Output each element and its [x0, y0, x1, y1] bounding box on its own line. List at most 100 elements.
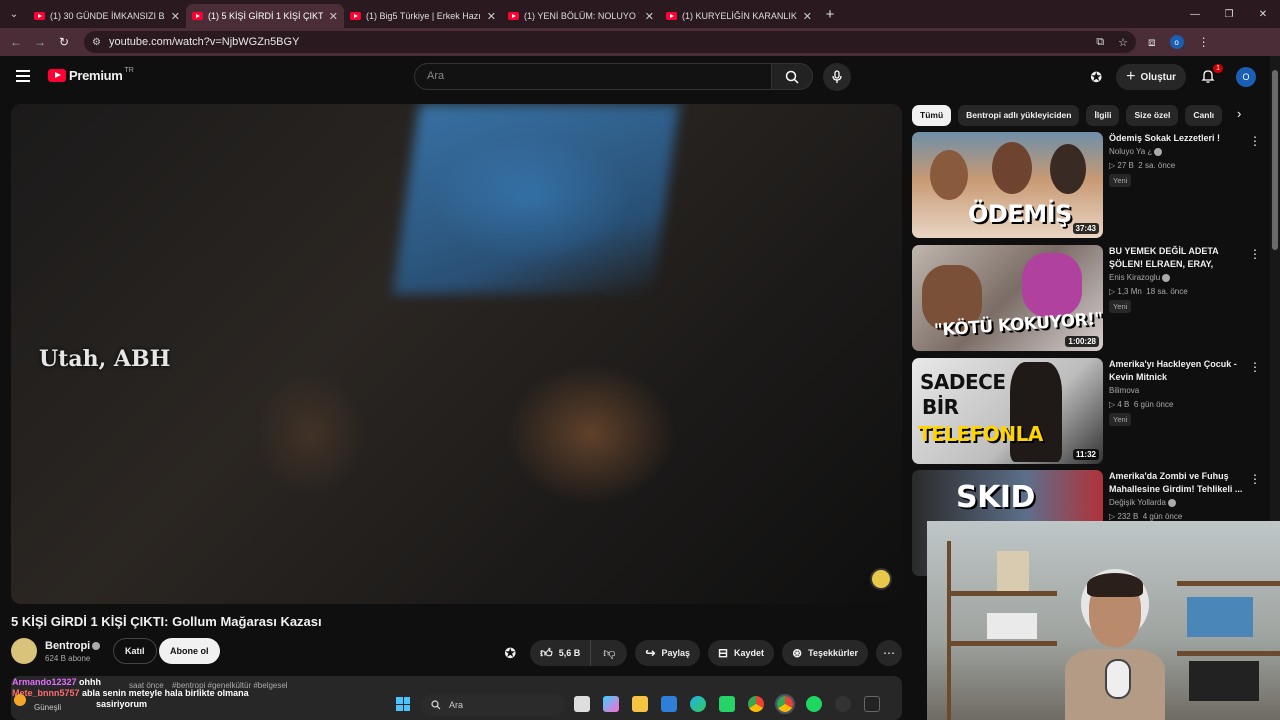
- shelf: [1177, 651, 1280, 656]
- youtube-favicon-icon: [508, 12, 519, 20]
- address-bar[interactable]: ⚙ youtube.com/watch?v=NjbWGZn5BGY ⧉ ☆: [84, 31, 1136, 53]
- like-button[interactable]: 👍︎ 5,6 B: [530, 640, 592, 666]
- taskbar-search[interactable]: Ara: [421, 694, 565, 716]
- extensions-icon[interactable]: ⧈: [1148, 35, 1156, 50]
- task-view-icon[interactable]: [574, 696, 590, 712]
- subscribe-button[interactable]: Abone ol: [159, 638, 220, 664]
- browser-menu-icon[interactable]: ⋮: [1198, 35, 1210, 49]
- hype-video-icon[interactable]: ✪: [504, 645, 516, 662]
- more-vert-icon[interactable]: ⋮: [1249, 472, 1261, 486]
- recommended-video[interactable]: ÖDEMİŞ 37:43 Ödemiş Sokak Lezzetleri ! N…: [912, 132, 1262, 238]
- video-thumbnail[interactable]: ÖDEMİŞ 37:43: [912, 132, 1103, 238]
- site-info-icon[interactable]: ⚙: [92, 37, 101, 48]
- browser-tab[interactable]: (1) Big5 Türkiye | Erkek Hazırlık ✕: [344, 4, 502, 28]
- chrome-icon[interactable]: [748, 696, 764, 712]
- recommended-video[interactable]: "KÖTÜ KOKUYOR!" 1:00:28 BU YEMEK DEĞİL A…: [912, 245, 1262, 351]
- age: 2 sa. önce: [1138, 161, 1176, 170]
- copilot-icon[interactable]: [603, 696, 619, 712]
- spotify-icon[interactable]: [806, 696, 822, 712]
- video-duration: 37:43: [1072, 223, 1099, 234]
- search-input[interactable]: Ara: [414, 63, 772, 90]
- video-duration: 11:32: [1072, 449, 1099, 460]
- hamburger-menu-icon[interactable]: [16, 70, 30, 82]
- browser-tab-active[interactable]: (1) 5 KİŞİ GİRDİ 1 KİŞİ ÇIKTI: Gol ✕: [186, 4, 344, 28]
- windows-start-icon[interactable]: [396, 697, 410, 711]
- chip-all[interactable]: Tümü: [912, 104, 952, 126]
- cast-icon[interactable]: ⧉: [1096, 36, 1104, 49]
- chip-for-you[interactable]: Size özel: [1126, 104, 1179, 126]
- youtube-premium-logo[interactable]: Premium TR: [48, 67, 134, 83]
- store-icon[interactable]: [661, 696, 677, 712]
- back-icon[interactable]: ←: [4, 35, 28, 49]
- save-label: Kaydet: [734, 648, 765, 658]
- thumb-person: [1050, 144, 1086, 194]
- browser-profile-avatar[interactable]: o: [1169, 35, 1184, 49]
- video-player[interactable]: Utah, ABH: [11, 104, 902, 604]
- share-label: Paylaş: [661, 648, 690, 658]
- notifications-button[interactable]: 1: [1200, 64, 1223, 86]
- video-thumbnail[interactable]: "KÖTÜ KOKUYOR!" 1:00:28: [912, 245, 1103, 351]
- channel-row: Bentropi 624 B abone Katıl Abone ol ✪ 👍︎…: [11, 638, 902, 666]
- recommended-title: Amerika'yı Hackleyen Çocuk - Kevin Mitni…: [1109, 359, 1237, 382]
- close-tab-icon[interactable]: ✕: [645, 10, 654, 23]
- chevron-right-icon[interactable]: ›: [1237, 106, 1241, 121]
- tab-title: (1) KURYELİĞİN KARANLIK YÜZ: [682, 11, 797, 21]
- channel-name[interactable]: Bentropi: [45, 640, 101, 652]
- terminal-icon[interactable]: [864, 696, 880, 712]
- chat-username: Armando12327: [12, 677, 77, 687]
- thanks-label: Teşekkürler: [808, 648, 858, 658]
- close-tab-icon[interactable]: ✕: [171, 10, 180, 23]
- share-button[interactable]: ↪ Paylaş: [635, 640, 700, 666]
- chrome-active-icon[interactable]: [775, 694, 795, 714]
- browser-tab[interactable]: (1) 30 GÜNDE İMKANSIZI BAŞA ✕: [28, 4, 186, 28]
- recommended-channel: Noluyo Ya ¿: [1109, 147, 1163, 156]
- minimize-icon[interactable]: —: [1178, 0, 1212, 28]
- chip-from-uploader[interactable]: Bentropi adlı yükleyiciden: [958, 104, 1080, 126]
- close-tab-icon[interactable]: ✕: [329, 10, 338, 23]
- create-button[interactable]: + Oluştur: [1116, 64, 1186, 90]
- thanks-button[interactable]: ⊛ Teşekkürler: [782, 640, 868, 666]
- more-vert-icon[interactable]: ⋮: [1249, 247, 1261, 261]
- thumb-text: TELEFONLA: [918, 422, 1043, 446]
- browser-tab[interactable]: (1) KURYELİĞİN KARANLIK YÜZ ✕: [660, 4, 818, 28]
- subscriber-count: 624 B abone: [45, 654, 91, 663]
- tab-search-chevron-icon[interactable]: ⌄: [0, 0, 28, 28]
- whatsapp-icon[interactable]: [719, 696, 735, 712]
- browser-tab[interactable]: (1) YENİ BÖLÜM: NOLUYO YA ¿ ✕: [502, 4, 660, 28]
- more-vert-icon[interactable]: ⋮: [1249, 360, 1261, 374]
- account-avatar[interactable]: O: [1236, 67, 1256, 87]
- super-thanks-icon: ⊛: [792, 646, 803, 660]
- notification-badge: 1: [1213, 64, 1223, 73]
- video-thumbnail[interactable]: SADECE BİR TELEFONLA 11:32: [912, 358, 1103, 464]
- logo-text: Premium: [69, 68, 123, 83]
- search-button[interactable]: [771, 63, 813, 90]
- reload-icon[interactable]: ↻: [52, 35, 76, 49]
- thumb-text: ÖDEMİŞ: [968, 200, 1072, 228]
- age: 4 gün önce: [1142, 512, 1183, 521]
- channel-avatar[interactable]: [11, 638, 37, 664]
- forward-icon[interactable]: →: [28, 35, 52, 49]
- restore-icon[interactable]: ❐: [1212, 0, 1246, 28]
- shelf: [1177, 581, 1280, 586]
- recommended-video[interactable]: SADECE BİR TELEFONLA 11:32 Amerika'yı Ha…: [912, 358, 1262, 464]
- close-tab-icon[interactable]: ✕: [803, 10, 812, 23]
- join-button[interactable]: Katıl: [113, 638, 157, 664]
- save-button[interactable]: ⊟ Kaydet: [707, 640, 775, 666]
- bookmark-star-icon[interactable]: ☆: [1118, 36, 1128, 49]
- voice-search-button[interactable]: [823, 63, 851, 91]
- edge-icon[interactable]: [690, 696, 706, 712]
- chip-related[interactable]: İlgili: [1086, 104, 1120, 126]
- file-explorer-icon[interactable]: [632, 696, 648, 712]
- chip-live[interactable]: Canlı: [1185, 104, 1223, 126]
- thumb-text: SKID: [956, 480, 1035, 515]
- obs-icon[interactable]: [835, 696, 851, 712]
- hype-icon[interactable]: ✪: [1090, 69, 1102, 86]
- close-tab-icon[interactable]: ✕: [487, 10, 496, 23]
- close-window-icon[interactable]: ✕: [1246, 0, 1280, 28]
- more-actions-button[interactable]: ⋯: [876, 640, 902, 666]
- dislike-button[interactable]: 👎︎: [591, 640, 627, 666]
- more-vert-icon[interactable]: ⋮: [1249, 134, 1261, 148]
- thumbs-down-icon: 👎︎: [603, 645, 616, 660]
- scrollbar-thumb[interactable]: [1272, 70, 1278, 250]
- new-tab-button[interactable]: +: [818, 6, 842, 23]
